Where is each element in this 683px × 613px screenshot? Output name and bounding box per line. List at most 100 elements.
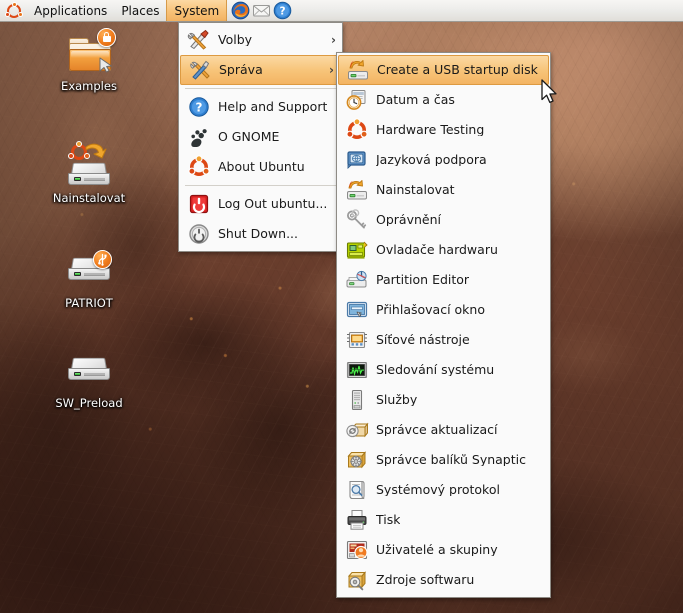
menu-applications-label: Applications bbox=[34, 3, 108, 18]
symlink-arrow-icon bbox=[97, 56, 115, 74]
install-arrow-icon bbox=[85, 143, 107, 163]
update-manager-icon bbox=[345, 418, 369, 442]
desktop-icon-label: PATRIOT bbox=[65, 296, 113, 310]
menu-item-label: Help and Support bbox=[218, 100, 328, 114]
menu-item-label: Systémový protokol bbox=[376, 483, 500, 497]
keys-icon bbox=[345, 208, 369, 232]
menu-item-create-usb-startup-disk[interactable]: Create a USB startup disk bbox=[338, 55, 549, 85]
menu-item-label: Volby bbox=[218, 33, 253, 47]
install-disk-icon bbox=[61, 140, 117, 190]
menu-system-label: System bbox=[174, 4, 220, 18]
partition-editor-icon bbox=[345, 268, 369, 292]
ubuntu-logo-icon bbox=[345, 118, 369, 142]
login-window-icon bbox=[345, 298, 369, 322]
menu-item-about-ubuntu[interactable]: About Ubuntu bbox=[179, 152, 342, 182]
install-disk-icon bbox=[345, 178, 369, 202]
menu-item-label: Uživatelé a skupiny bbox=[376, 543, 498, 557]
chevron-right-icon: › bbox=[331, 33, 336, 47]
hardware-drivers-icon bbox=[345, 238, 369, 262]
top-panel: Applications Places System ? bbox=[0, 0, 683, 22]
usb-glyph-icon bbox=[98, 253, 107, 266]
usb-drive-icon bbox=[61, 245, 117, 295]
menu-item-label: Správce aktualizací bbox=[376, 423, 498, 437]
help-icon: ? bbox=[187, 95, 211, 119]
menu-item-hardware-testing[interactable]: Hardware Testing bbox=[337, 115, 550, 145]
menu-item-shut-down[interactable]: Shut Down... bbox=[179, 219, 342, 249]
folder-icon bbox=[61, 28, 117, 78]
menu-item-label: Správce balíků Synaptic bbox=[376, 453, 526, 467]
menu-item-label: Partition Editor bbox=[376, 273, 470, 287]
desktop-icon-label: SW_Preload bbox=[55, 396, 123, 410]
menu-item-ovladace-hardwaru[interactable]: Ovladače hardwaru bbox=[337, 235, 550, 265]
menu-item-sitove-nastroje[interactable]: Síťové nástroje bbox=[337, 325, 550, 355]
menu-item-log-out[interactable]: Log Out ubuntu... bbox=[179, 189, 342, 219]
desktop-icon-label: Nainstalovat bbox=[52, 191, 126, 205]
menu-item-about-gnome[interactable]: O GNOME bbox=[179, 122, 342, 152]
menu-item-label: Oprávnění bbox=[376, 213, 441, 227]
usb-startup-disk-icon bbox=[346, 58, 370, 82]
menu-item-partition-editor[interactable]: Partition Editor bbox=[337, 265, 550, 295]
ubuntu-logo-icon bbox=[0, 0, 27, 21]
menu-item-systemovy-protokol[interactable]: Systémový protokol bbox=[337, 475, 550, 505]
menu-separator bbox=[185, 88, 336, 89]
menu-item-label: Přihlašovací okno bbox=[376, 303, 485, 317]
menu-item-label: Shut Down... bbox=[218, 227, 298, 241]
system-monitor-icon bbox=[345, 358, 369, 382]
users-groups-icon bbox=[345, 538, 369, 562]
chevron-right-icon: › bbox=[329, 63, 334, 77]
svg-text:?: ? bbox=[196, 100, 203, 114]
administration-icon bbox=[188, 58, 212, 82]
clock-icon bbox=[345, 88, 369, 112]
envelope-icon[interactable] bbox=[252, 1, 271, 20]
desktop-icon-patriot[interactable]: PATRIOT bbox=[34, 245, 144, 310]
firefox-icon[interactable] bbox=[231, 1, 250, 20]
shutdown-icon bbox=[187, 222, 211, 246]
menu-system[interactable]: System bbox=[166, 0, 228, 21]
menu-item-label: Ovladače hardwaru bbox=[376, 243, 498, 257]
menu-item-sprava[interactable]: Správa › bbox=[180, 55, 341, 85]
menu-places-label: Places bbox=[121, 3, 160, 18]
menu-item-label: Správa bbox=[219, 63, 263, 77]
menu-item-label: Nainstalovat bbox=[376, 183, 455, 197]
logout-icon bbox=[187, 192, 211, 216]
desktop-icon-sw-preload[interactable]: SW_Preload bbox=[34, 345, 144, 410]
menu-item-label: Jazyková podpora bbox=[376, 153, 487, 167]
question-mark-icon[interactable]: ? bbox=[273, 1, 292, 20]
panel-launchers: ? bbox=[227, 0, 292, 21]
usb-emblem bbox=[93, 250, 112, 269]
menu-applications[interactable]: Applications bbox=[27, 0, 114, 21]
system-menu-dropdown: Volby › Správa › ? Help and Support O GN… bbox=[178, 22, 343, 252]
menu-item-label: Datum a čas bbox=[376, 93, 455, 107]
desktop-icon-install[interactable]: Nainstalovat bbox=[34, 140, 144, 205]
menu-item-label: About Ubuntu bbox=[218, 160, 305, 174]
desktop-icon-examples[interactable]: Examples bbox=[34, 28, 144, 93]
menu-separator bbox=[185, 185, 336, 186]
services-icon bbox=[345, 388, 369, 412]
menu-item-zdroje-softwaru[interactable]: Zdroje softwaru bbox=[337, 565, 550, 595]
administration-submenu: Create a USB startup disk Datum a čas Ha… bbox=[336, 52, 551, 598]
menu-item-synaptic[interactable]: Správce balíků Synaptic bbox=[337, 445, 550, 475]
log-viewer-icon bbox=[345, 478, 369, 502]
menu-item-sluzby[interactable]: Služby bbox=[337, 385, 550, 415]
menu-item-sledovani-systemu[interactable]: Sledování systému bbox=[337, 355, 550, 385]
menu-item-label: Síťové nástroje bbox=[376, 333, 470, 347]
menu-item-jazykova-podpora[interactable]: Jazyková podpora bbox=[337, 145, 550, 175]
menu-item-label: O GNOME bbox=[218, 130, 280, 144]
synaptic-icon bbox=[345, 448, 369, 472]
menu-item-nainstalovat[interactable]: Nainstalovat bbox=[337, 175, 550, 205]
menu-item-datum-a-cas[interactable]: Datum a čas bbox=[337, 85, 550, 115]
menu-item-opravneni[interactable]: Oprávnění bbox=[337, 205, 550, 235]
menu-places[interactable]: Places bbox=[114, 0, 166, 21]
desktop-icon-label: Examples bbox=[61, 79, 117, 93]
menu-item-label: Tisk bbox=[376, 513, 401, 527]
menu-item-help-and-support[interactable]: ? Help and Support bbox=[179, 92, 342, 122]
menu-item-label: Create a USB startup disk bbox=[377, 63, 538, 77]
menu-item-label: Hardware Testing bbox=[376, 123, 485, 137]
printer-icon bbox=[345, 508, 369, 532]
menu-item-volby[interactable]: Volby › bbox=[179, 25, 342, 55]
menu-item-spravce-aktualizaci[interactable]: Správce aktualizací bbox=[337, 415, 550, 445]
menu-item-label: Sledování systému bbox=[376, 363, 495, 377]
menu-item-uzivatele-a-skupiny[interactable]: Uživatelé a skupiny bbox=[337, 535, 550, 565]
menu-item-prihlasovaci-okno[interactable]: Přihlašovací okno bbox=[337, 295, 550, 325]
menu-item-tisk[interactable]: Tisk bbox=[337, 505, 550, 535]
